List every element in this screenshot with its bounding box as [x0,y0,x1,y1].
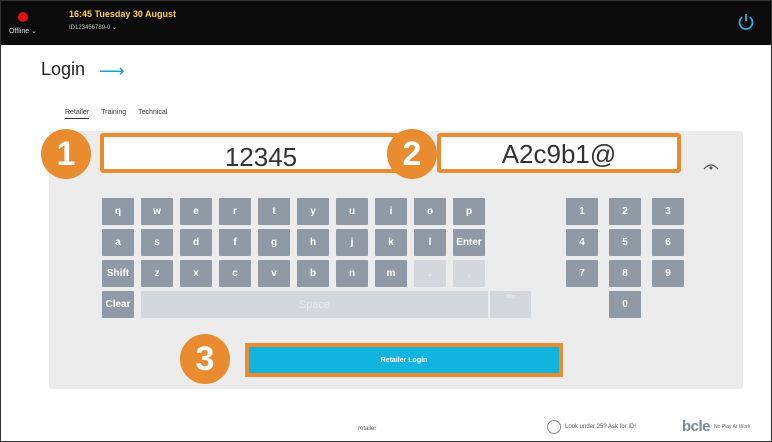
key-g[interactable]: g [258,229,290,256]
key-8[interactable]: 8 [609,260,641,287]
age-check-icon [547,420,561,434]
key-l[interactable]: l [414,229,446,256]
key-b[interactable]: b [297,260,329,287]
key-6[interactable]: 6 [652,229,684,256]
retailer-id-input[interactable]: 12345 [100,133,422,173]
key-w[interactable]: w [141,198,173,225]
key-7[interactable]: 7 [566,260,598,287]
key-shift[interactable]: Shift [102,260,134,287]
key-p[interactable]: p [453,198,485,225]
tab-retailer[interactable]: Retailer [65,109,90,119]
key-z[interactable]: z [141,260,173,287]
key-a[interactable]: a [102,229,134,256]
key-v[interactable]: v [258,260,290,287]
key-9[interactable]: 9 [652,260,684,287]
login-tabs: Retailer Training Technical [65,109,167,119]
key-2[interactable]: 2 [609,198,641,225]
show-password-icon[interactable] [702,158,720,170]
key-f[interactable]: f [219,229,251,256]
chevron-down-icon: ⌄ [112,25,118,31]
key-y[interactable]: y [297,198,329,225]
key-n[interactable]: n [336,260,368,287]
tab-technical[interactable]: Technical [138,109,167,119]
key-x[interactable]: x [180,260,212,287]
terminal-id[interactable]: ID123456789-0 ⌄ [69,24,117,31]
key-q[interactable]: q [102,198,134,225]
chevron-down-icon: ⌄ [31,28,37,35]
eye-icon [703,164,719,170]
arrow-right-icon: ⟶ [99,61,125,81]
key-clear[interactable]: Clear [102,291,134,318]
status-dot-icon [18,12,28,22]
annotation-badge-3: 3 [180,334,230,384]
key-space[interactable]: Space [141,291,488,318]
key-period[interactable]: . [414,260,446,287]
key-backspace[interactable]: Bkg [490,291,531,318]
key-4[interactable]: 4 [566,229,598,256]
key-m[interactable]: m [375,260,407,287]
power-icon[interactable] [737,13,755,31]
key-o[interactable]: o [414,198,446,225]
key-0[interactable]: 0 [609,291,641,318]
key-j[interactable]: j [336,229,368,256]
retailer-login-button[interactable]: Retailer Login [245,343,563,377]
power-icon-svg [738,14,754,30]
key-s[interactable]: s [141,229,173,256]
status-label: Offline ⌄ [9,28,37,35]
annotation-badge-2: 2 [387,129,437,179]
brand-logo: bcle [682,418,711,435]
age-check-text: Look under 25? Ask for ID! [565,424,637,430]
age-check-notice: Look under 25? Ask for ID! [547,420,636,434]
page-title: Login [41,59,86,79]
key-enter[interactable]: Enter [453,229,485,256]
top-bar: Offline ⌄ 16:45 Tuesday 30 August ID1234… [1,1,771,45]
date-time: 16:45 Tuesday 30 August [69,9,177,19]
brand-tagline: No Play At Work [714,423,751,430]
key-e[interactable]: e [180,198,212,225]
key-h[interactable]: h [297,229,329,256]
login-screen: Offline ⌄ 16:45 Tuesday 30 August ID1234… [0,0,772,442]
key-1[interactable]: 1 [566,198,598,225]
key-c[interactable]: c [219,260,251,287]
key-5[interactable]: 5 [609,229,641,256]
password-input[interactable]: A2c9b1@ [437,133,681,173]
key-i[interactable]: i [375,198,407,225]
annotation-badge-1: 1 [41,129,91,179]
footer-retailer-link[interactable]: retailer [358,426,376,432]
key-d[interactable]: d [180,229,212,256]
key-comma[interactable]: , [453,260,485,287]
key-t[interactable]: t [258,198,290,225]
key-k[interactable]: k [375,229,407,256]
tab-training[interactable]: Training [101,109,126,119]
key-r[interactable]: r [219,198,251,225]
key-u[interactable]: u [336,198,368,225]
key-3[interactable]: 3 [652,198,684,225]
status-indicator[interactable]: Offline ⌄ [9,9,37,39]
footer-brand: bcle No Play At Work [682,418,750,435]
